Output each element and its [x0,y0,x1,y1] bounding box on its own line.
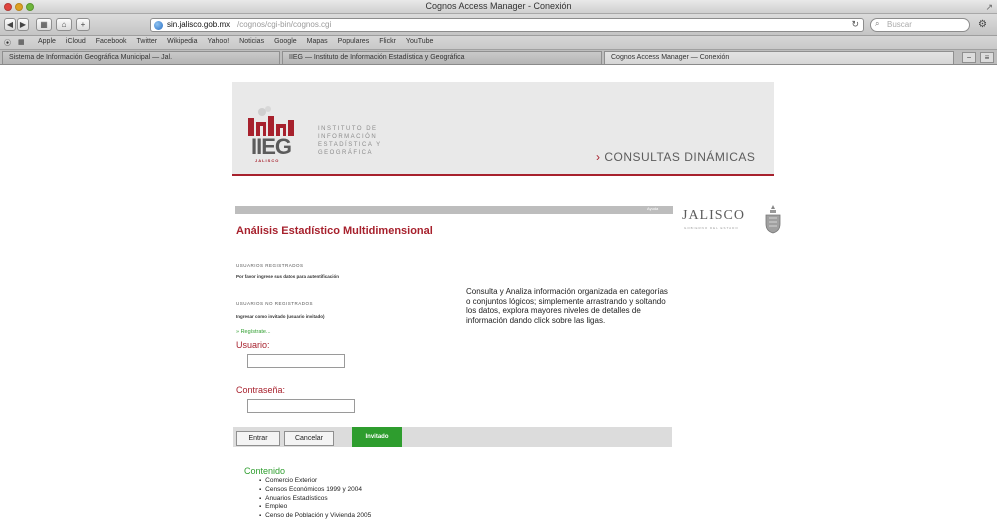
bookmark-item[interactable]: iCloud [66,38,86,45]
bookmark-item[interactable]: Facebook [96,38,127,45]
plus-icon: + [80,20,86,29]
logo-wordmark: IIEG [251,134,292,159]
search-input[interactable]: ⌕ Buscar [870,18,970,32]
list-item[interactable]: Empleo [259,503,371,512]
list-item[interactable]: Censos Económicos 1999 y 2004 [259,486,371,495]
tab-overview-button[interactable]: ≡ [980,52,994,63]
window-title: Cognos Access Manager - Conexión [425,1,572,11]
bookmark-item[interactable]: YouTube [406,38,434,45]
address-bar[interactable]: sin.jalisco.gob.mx /cognos/cgi-bin/cogno… [150,18,864,32]
bookmark-item[interactable]: Noticias [239,38,264,45]
jalisco-subtext: GOBIERNO DEL ESTADO [684,226,739,230]
search-icon: ⌕ [875,19,880,28]
list-item[interactable]: Comercio Exterior [259,477,371,486]
address-path: /cognos/cgi-bin/cognos.cgi [237,20,332,29]
password-label: Contraseña: [236,385,286,395]
tab-cognos[interactable]: Cognos Access Manager — Conexión [604,51,954,64]
tabs-icon: ≡ [984,53,990,62]
top-sites-button[interactable]: ▦ [36,18,52,31]
window-titlebar: Cognos Access Manager - Conexión ↗ [0,0,997,14]
reload-icon[interactable]: ↻ [851,19,859,30]
contents-list: Comercio Exterior Censos Económicos 1999… [259,477,371,521]
back-button[interactable]: ◀ [4,18,16,31]
tab-iieg[interactable]: IIEG — Instituto de Información Estadíst… [282,51,602,64]
forward-arrow-icon: ▶ [19,20,27,29]
jalisco-wordmark: JALISCO [682,208,746,223]
bookmark-item[interactable]: Apple [38,38,56,45]
bookmark-item[interactable]: Wikipedia [167,38,197,45]
password-field[interactable] [247,399,355,413]
fullscreen-icon[interactable]: ↗ [985,2,993,13]
username-field[interactable] [247,354,345,368]
page-title: Análisis Estadístico Multidimensional [236,225,433,237]
home-icon: ⌂ [61,20,67,29]
register-link[interactable]: » Regístrate... [236,329,271,335]
reading-list-icon[interactable]: ⦿ [4,38,11,48]
section-title-text: CONSULTAS DINÁMICAS [604,150,756,164]
contents-title: Contenido [244,466,286,476]
search-placeholder: Buscar [887,20,912,29]
registered-users-text: Por favor ingrese sus datos para autenti… [236,274,340,279]
browser-toolbar: ◀ ▶ ▦ ⌂ + sin.jalisco.gob.mx /cognos/cgi… [0,14,997,36]
tab-bar: Sistema de Información Geográfica Munici… [0,50,997,65]
bookmark-item[interactable]: Populares [338,38,370,45]
section-title: › CONSULTAS DINÁMICAS [596,150,755,164]
username-label: Usuario: [236,340,270,350]
forward-button[interactable]: ▶ [17,18,29,31]
grid-icon: ▦ [40,20,48,29]
cancel-button[interactable]: Cancelar [284,431,334,446]
bookmark-item[interactable]: Yahoo! [208,38,230,45]
back-arrow-icon: ◀ [6,20,14,29]
bookmarks-list: Apple iCloud Facebook Twitter Wikipedia … [38,38,433,45]
enter-button[interactable]: Entrar [236,431,280,446]
new-tab-button[interactable]: − [962,52,976,63]
bookmark-item[interactable]: Flickr [379,38,396,45]
institute-name: INSTITUTO DE INFORMACIÓN ESTADÍSTICA Y G… [318,126,382,156]
bookmark-item[interactable]: Twitter [137,38,158,45]
header-strip [235,206,673,214]
minus-icon: − [966,53,972,62]
settings-gear-icon[interactable]: ⚙ [978,19,987,30]
description-text: Consulta y Analiza información organizad… [466,287,668,325]
bookmark-item[interactable]: Google [274,38,297,45]
list-item[interactable]: Anuarios Estadísticos [259,495,371,504]
tab-sig-municipal[interactable]: Sistema de Información Geográfica Munici… [2,51,280,64]
chevron-right-icon: › [596,150,601,164]
address-host: sin.jalisco.gob.mx [167,20,231,29]
registered-users-label: USUARIOS REGISTRADOS [236,263,304,268]
jalisco-brand: JALISCO GOBIERNO DEL ESTADO [682,202,782,238]
home-button[interactable]: ⌂ [56,18,72,31]
bookmarks-grid-icon[interactable]: ▦ [18,38,25,46]
globe-icon [154,21,163,30]
bookmarks-bar: ⦿ ▦ Apple iCloud Facebook Twitter Wikipe… [0,36,997,50]
guest-button[interactable]: Invitado [352,427,402,447]
add-bookmark-button[interactable]: + [76,18,90,31]
logo-subtext: JALISCO [255,158,280,163]
coat-of-arms-icon [765,205,781,234]
unregistered-users-label: USUARIOS NO REGISTRADOS [236,301,314,306]
guest-login-text[interactable]: Ingresar como invitado (usuario invitado… [236,314,325,319]
banner-divider [232,174,774,176]
bookmark-item[interactable]: Mapas [307,38,328,45]
help-link[interactable]: Ayuda [647,206,658,211]
list-item[interactable]: Censo de Población y Vivienda 2005 [259,512,371,521]
